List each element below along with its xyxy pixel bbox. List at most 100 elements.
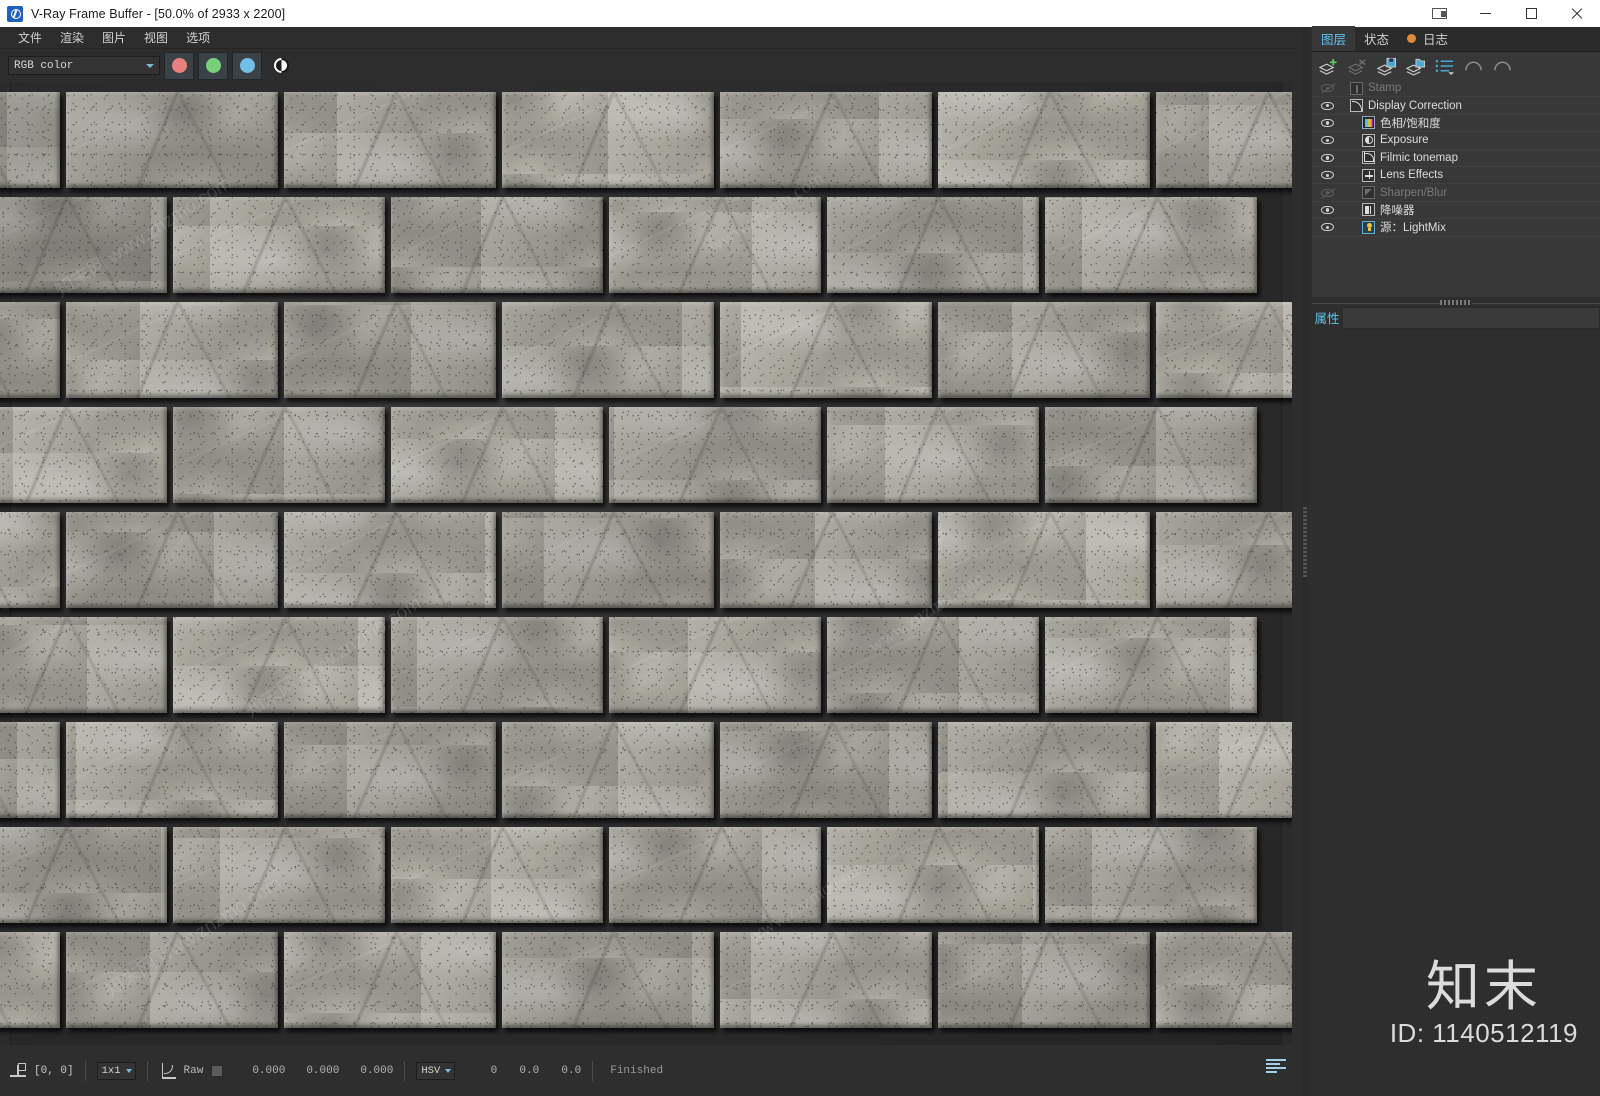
maximize-button[interactable] <box>1508 0 1554 27</box>
brick-tile <box>0 300 61 400</box>
image-viewport[interactable]: 知末网 www.znzmo.com www.znzmo.com 知末网 www.… <box>0 82 1292 1045</box>
layer-row-stamp[interactable]: Stamp <box>1312 80 1600 98</box>
menu-render[interactable]: 渲染 <box>52 28 92 47</box>
brick-tile <box>172 405 386 505</box>
load-layers-icon[interactable] <box>1401 53 1430 79</box>
right-panel: 图层 状态 日志 Stamp Display Correction 色相/饱和度… <box>1296 26 1600 1096</box>
denoiser-icon <box>1362 203 1375 217</box>
menu-view[interactable]: 视图 <box>136 28 176 47</box>
alpha-channel-button[interactable] <box>268 52 294 80</box>
brick-tile <box>826 616 1040 714</box>
chevron-down-icon <box>125 1068 132 1073</box>
visibility-toggle[interactable] <box>1316 188 1338 197</box>
visibility-toggle[interactable] <box>1316 153 1338 162</box>
eye-off-icon <box>1320 84 1334 93</box>
add-layer-icon[interactable] <box>1314 53 1343 79</box>
layer-row-filmic-tonemap[interactable]: Filmic tonemap <box>1312 150 1600 167</box>
tab-layers-label: 图层 <box>1321 33 1347 47</box>
layer-row-sharpen-blur[interactable]: Sharpen/Blur <box>1312 184 1600 202</box>
properties-splitter[interactable] <box>1312 296 1600 307</box>
divider <box>146 1060 148 1081</box>
layer-row-lightmix[interactable]: 源：LightMix <box>1312 219 1600 237</box>
brick-tile <box>501 511 715 609</box>
brick-tile <box>65 931 279 1029</box>
record-dot-icon <box>1407 34 1417 43</box>
brick-tile <box>172 825 386 925</box>
brick-tile <box>719 720 933 820</box>
layer-label: 源：LightMix <box>1380 222 1446 235</box>
menu-image[interactable]: 图片 <box>94 28 134 47</box>
menu-options[interactable]: 选项 <box>178 28 218 47</box>
layer-row-lens-effects[interactable]: Lens Effects <box>1312 167 1600 185</box>
color-space-value: HSV <box>421 1064 441 1077</box>
visibility-toggle[interactable] <box>1316 118 1338 127</box>
visibility-toggle[interactable] <box>1316 223 1338 232</box>
layer-row-denoiser[interactable]: 降噪器 <box>1312 202 1600 220</box>
brick-tile <box>1044 615 1258 715</box>
layer-presets-icon[interactable] <box>1430 53 1459 79</box>
hue-sat-icon <box>1362 116 1375 130</box>
brick-tile <box>826 826 1040 924</box>
tab-status[interactable]: 状态 <box>1355 26 1398 51</box>
visibility-toggle[interactable] <box>1316 171 1338 180</box>
picked-color-swatch <box>211 1064 224 1077</box>
brick-tile <box>719 930 933 1030</box>
brick-tile <box>283 930 497 1030</box>
layer-row-exposure[interactable]: Exposure <box>1312 132 1600 150</box>
stamp-icon <box>1350 81 1363 95</box>
visibility-toggle[interactable] <box>1316 101 1338 110</box>
menu-file[interactable]: 文件 <box>10 28 50 47</box>
brick-tile <box>608 405 822 505</box>
brick-tile <box>501 301 715 399</box>
log-list-icon[interactable] <box>1266 1059 1286 1073</box>
redo-icon[interactable] <box>1488 53 1517 79</box>
properties-field[interactable] <box>1342 306 1600 329</box>
hsv-value-v: 0.0 <box>561 1064 582 1077</box>
brick-tile <box>0 406 168 504</box>
brick-tile <box>501 721 715 819</box>
blue-dot-icon <box>239 58 255 73</box>
brick-tile <box>1044 405 1258 505</box>
tab-log[interactable]: 日志 <box>1398 26 1457 51</box>
channel-select[interactable]: RGB color <box>8 56 160 75</box>
visibility-toggle[interactable] <box>1316 136 1338 145</box>
brick-tile <box>1155 930 1292 1030</box>
save-layers-icon[interactable] <box>1372 53 1401 79</box>
color-space-select[interactable]: HSV <box>416 1061 456 1080</box>
layer-row-hue-saturation[interactable]: 色相/饱和度 <box>1312 115 1600 133</box>
eye-icon <box>1320 101 1334 110</box>
delete-layer-icon[interactable] <box>1343 53 1372 79</box>
panel-splitter[interactable] <box>1302 27 1308 1096</box>
green-channel-button[interactable] <box>198 51 228 80</box>
minimize-button[interactable] <box>1462 0 1508 27</box>
exposure-icon <box>1362 133 1375 147</box>
vray-frame-buffer-window: V-Ray Frame Buffer - [50.0% of 2933 x 22… <box>0 0 1600 1096</box>
filmic-icon <box>1362 151 1375 165</box>
undo-icon[interactable] <box>1459 53 1488 79</box>
tab-layers[interactable]: 图层 <box>1312 26 1356 51</box>
visibility-toggle[interactable] <box>1316 84 1338 93</box>
chevron-down-icon <box>146 64 154 68</box>
rgb-value-g: 0.000 <box>306 1064 340 1077</box>
layer-list: Stamp Display Correction 色相/饱和度 Exposure… <box>1312 80 1600 297</box>
brick-tile <box>608 825 822 925</box>
color-mode-label: Raw <box>183 1064 204 1077</box>
layer-label: 降噪器 <box>1380 204 1415 217</box>
brick-tile <box>390 406 604 504</box>
brick-tile <box>826 196 1040 294</box>
red-channel-button[interactable] <box>164 51 194 80</box>
tab-log-label: 日志 <box>1423 33 1449 47</box>
eye-icon <box>1320 205 1334 214</box>
close-button[interactable] <box>1554 0 1600 27</box>
brick-tile <box>501 91 715 189</box>
sample-size-select[interactable]: 1x1 <box>96 1061 136 1080</box>
sharpen-icon <box>1362 186 1375 200</box>
panel-tabs: 图层 状态 日志 <box>1312 26 1600 52</box>
cursor-coordinates: [0, 0] <box>34 1064 74 1077</box>
restore-bar-icon[interactable] <box>1418 0 1462 27</box>
eye-icon <box>1320 118 1334 127</box>
layer-row-display-correction[interactable]: Display Correction <box>1312 97 1600 115</box>
visibility-toggle[interactable] <box>1316 205 1338 214</box>
pixel-lock-icon[interactable] <box>10 1062 26 1079</box>
blue-channel-button[interactable] <box>232 51 262 80</box>
